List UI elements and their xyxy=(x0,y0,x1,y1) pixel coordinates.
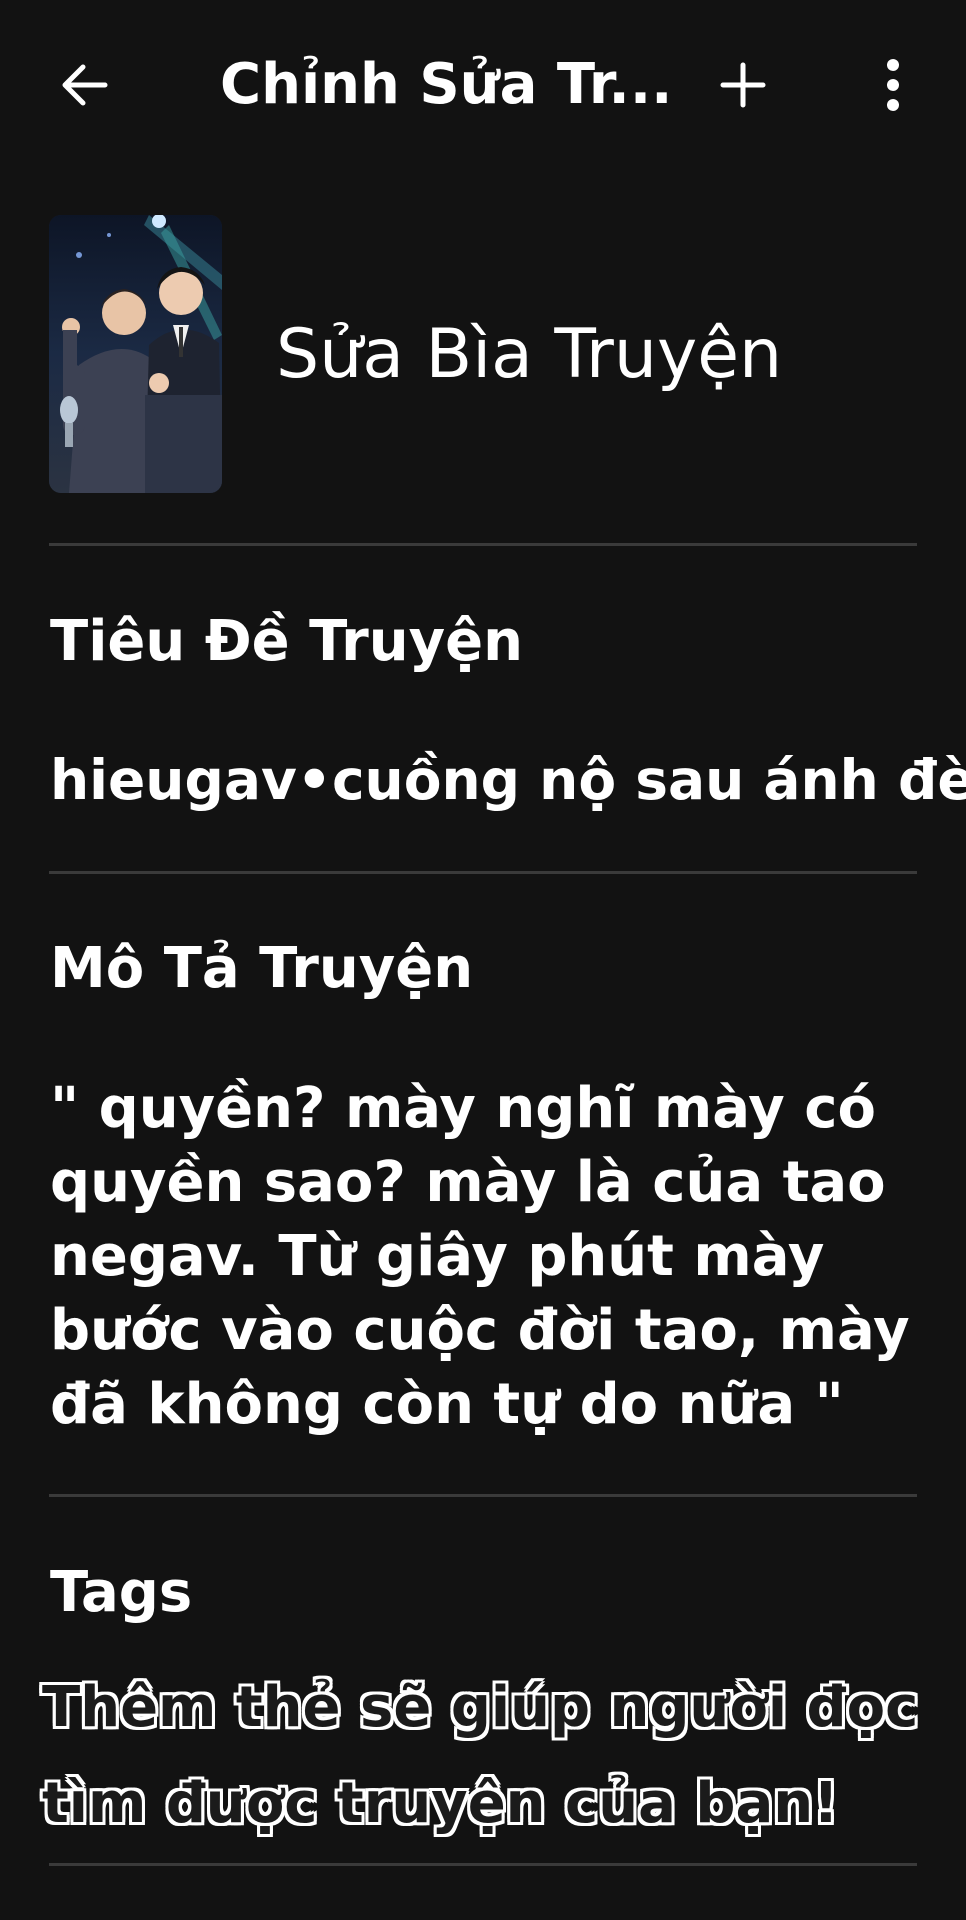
add-button[interactable] xyxy=(698,40,788,130)
story-cover-image[interactable] xyxy=(49,215,222,493)
tags-hint-field[interactable]: Thêm thẻ sẽ giúp người đọc tìm được truy… xyxy=(42,1660,922,1852)
edit-cover-row[interactable]: Sửa Bìa Truyện xyxy=(0,215,966,495)
plus-icon xyxy=(720,62,766,108)
top-app-bar: Chỉnh Sửa Tr... xyxy=(0,0,966,170)
divider xyxy=(49,1494,917,1497)
back-button[interactable] xyxy=(40,40,130,130)
story-title-heading: Tiêu Đề Truyện xyxy=(50,609,524,674)
story-title-field[interactable]: hieugav•cuồng nộ sau ánh đèn xyxy=(50,745,966,815)
arrow-left-icon xyxy=(62,64,108,106)
divider xyxy=(49,871,917,874)
more-vertical-icon xyxy=(887,59,899,111)
tags-heading: Tags xyxy=(50,1560,193,1625)
story-description-heading: Mô Tả Truyện xyxy=(50,936,474,1001)
divider xyxy=(49,543,917,546)
page-title: Chỉnh Sửa Tr... xyxy=(220,52,673,117)
divider xyxy=(49,1863,917,1866)
story-description-field[interactable]: " quyền? mày nghĩ mày có quyền sao? mày … xyxy=(50,1072,920,1442)
edit-story-screen: Chỉnh Sửa Tr... Sửa Bìa Truyện Tiêu Đề T… xyxy=(0,0,966,1920)
edit-cover-label[interactable]: Sửa Bìa Truyện xyxy=(276,315,782,395)
more-options-button[interactable] xyxy=(848,40,938,130)
